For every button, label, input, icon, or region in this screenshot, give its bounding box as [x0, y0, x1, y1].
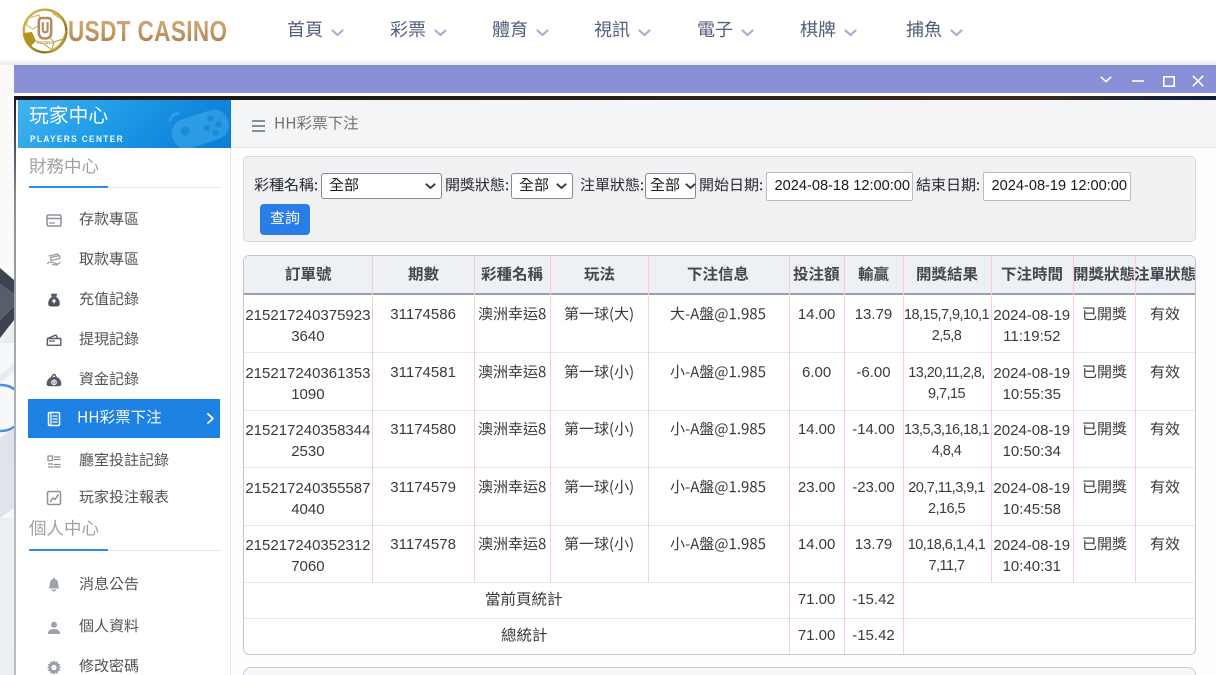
svg-text:CASINO: CASINO — [37, 40, 55, 45]
